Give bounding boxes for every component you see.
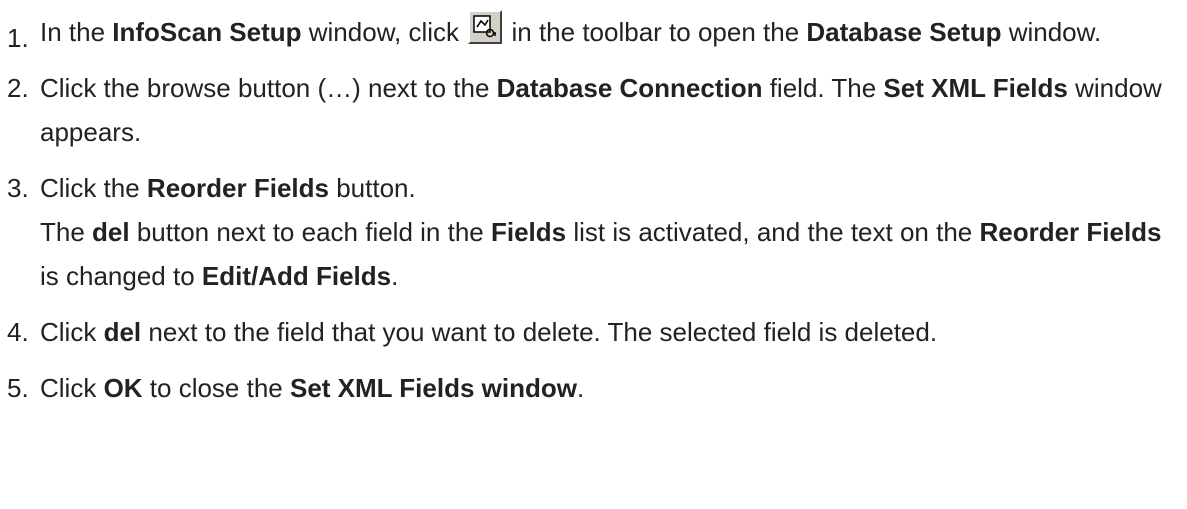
ui-term: Reorder Fields bbox=[979, 217, 1162, 247]
step-4: 4. Click del next to the field that you … bbox=[0, 310, 1187, 354]
step-text: In the InfoScan Setup window, click in t… bbox=[40, 10, 1101, 47]
step-text: Click the Reorder Fields button. The del … bbox=[40, 173, 1162, 291]
step-text: Click the browse button (…) next to the … bbox=[40, 73, 1162, 147]
step-2: 2. Click the browse button (…) next to t… bbox=[0, 66, 1187, 154]
step-5: 5. Click OK to close the Set XML Fields … bbox=[0, 366, 1187, 410]
ui-term: Reorder Fields bbox=[146, 173, 329, 203]
step-number: 2. bbox=[7, 73, 29, 103]
step-number: 1. bbox=[7, 23, 29, 53]
step-1: 1. In the InfoScan Setup window, click i… bbox=[0, 10, 1187, 54]
ui-term: OK bbox=[103, 373, 143, 403]
ui-term: Database Connection bbox=[496, 73, 763, 103]
ui-term: Set XML Fields bbox=[883, 73, 1068, 103]
step-number: 3. bbox=[7, 173, 29, 203]
ui-term: Database Setup bbox=[806, 17, 1002, 47]
database-setup-toolbar-icon bbox=[468, 10, 503, 44]
procedure-steps: 1. In the InfoScan Setup window, click i… bbox=[0, 0, 1187, 410]
step-number: 4. bbox=[7, 317, 29, 347]
ui-term: del bbox=[92, 217, 130, 247]
ui-term: InfoScan Setup bbox=[112, 17, 302, 47]
step-text: Click OK to close the Set XML Fields win… bbox=[40, 373, 585, 403]
step-text: Click del next to the field that you wan… bbox=[40, 317, 938, 347]
step-number: 5. bbox=[7, 373, 29, 403]
ui-term: Set XML Fields window bbox=[289, 373, 577, 403]
step-3: 3. Click the Reorder Fields button. The d… bbox=[0, 166, 1187, 298]
ui-term: Edit/Add Fields bbox=[201, 261, 392, 291]
ui-term: del bbox=[103, 317, 142, 347]
ui-term: Fields bbox=[490, 217, 567, 247]
